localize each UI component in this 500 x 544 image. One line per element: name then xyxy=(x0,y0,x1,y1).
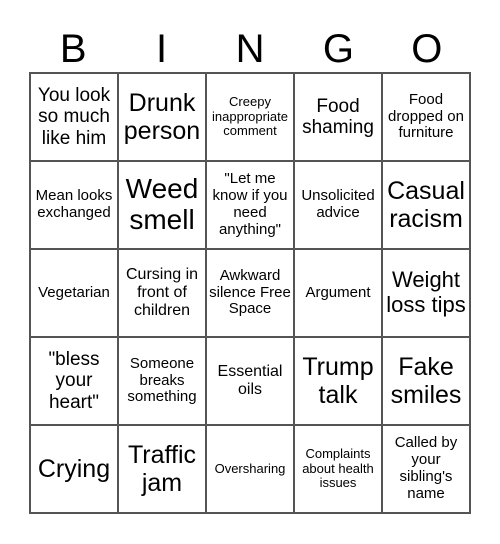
bingo-cell[interactable]: "bless your heart" xyxy=(30,337,118,425)
header-letter-b: B xyxy=(59,27,87,71)
header-letter-i: I xyxy=(156,27,168,71)
header-letter-o: O xyxy=(411,27,443,71)
bingo-cell[interactable]: Cursing in front of children xyxy=(118,249,206,337)
bingo-cell[interactable]: You look so much like him xyxy=(30,73,118,161)
bingo-cell[interactable]: Drunk person xyxy=(118,73,206,161)
bingo-cell[interactable]: Someone breaks something xyxy=(118,337,206,425)
bingo-cell[interactable]: Creepy inappropriate comment xyxy=(206,73,294,161)
bingo-cell-free-space[interactable]: Awkward silence Free Space xyxy=(206,249,294,337)
bingo-cell[interactable]: Unsolicited advice xyxy=(294,161,382,249)
bingo-cell[interactable]: "Let me know if you need anything" xyxy=(206,161,294,249)
bingo-cell[interactable]: Trump talk xyxy=(294,337,382,425)
bingo-cell[interactable]: Essential oils xyxy=(206,337,294,425)
bingo-cell[interactable]: Fake smiles xyxy=(382,337,470,425)
header-letter-n: N xyxy=(235,27,265,71)
bingo-header: B I N G O xyxy=(29,26,471,72)
bingo-grid: You look so much like him Drunk person C… xyxy=(29,72,471,514)
bingo-cell[interactable]: Complaints about health issues xyxy=(294,425,382,513)
bingo-cell[interactable]: Weight loss tips xyxy=(382,249,470,337)
bingo-cell[interactable]: Vegetarian xyxy=(30,249,118,337)
bingo-cell[interactable]: Crying xyxy=(30,425,118,513)
bingo-cell[interactable]: Mean looks exchanged xyxy=(30,161,118,249)
header-letter-g: G xyxy=(322,27,354,71)
bingo-cell[interactable]: Weed smell xyxy=(118,161,206,249)
bingo-cell[interactable]: Food shaming xyxy=(294,73,382,161)
bingo-cell[interactable]: Called by your sibling's name xyxy=(382,425,470,513)
bingo-cell[interactable]: Traffic jam xyxy=(118,425,206,513)
bingo-cell[interactable]: Food dropped on furniture xyxy=(382,73,470,161)
bingo-cell[interactable]: Oversharing xyxy=(206,425,294,513)
bingo-cell[interactable]: Argument xyxy=(294,249,382,337)
bingo-cell[interactable]: Casual racism xyxy=(382,161,470,249)
